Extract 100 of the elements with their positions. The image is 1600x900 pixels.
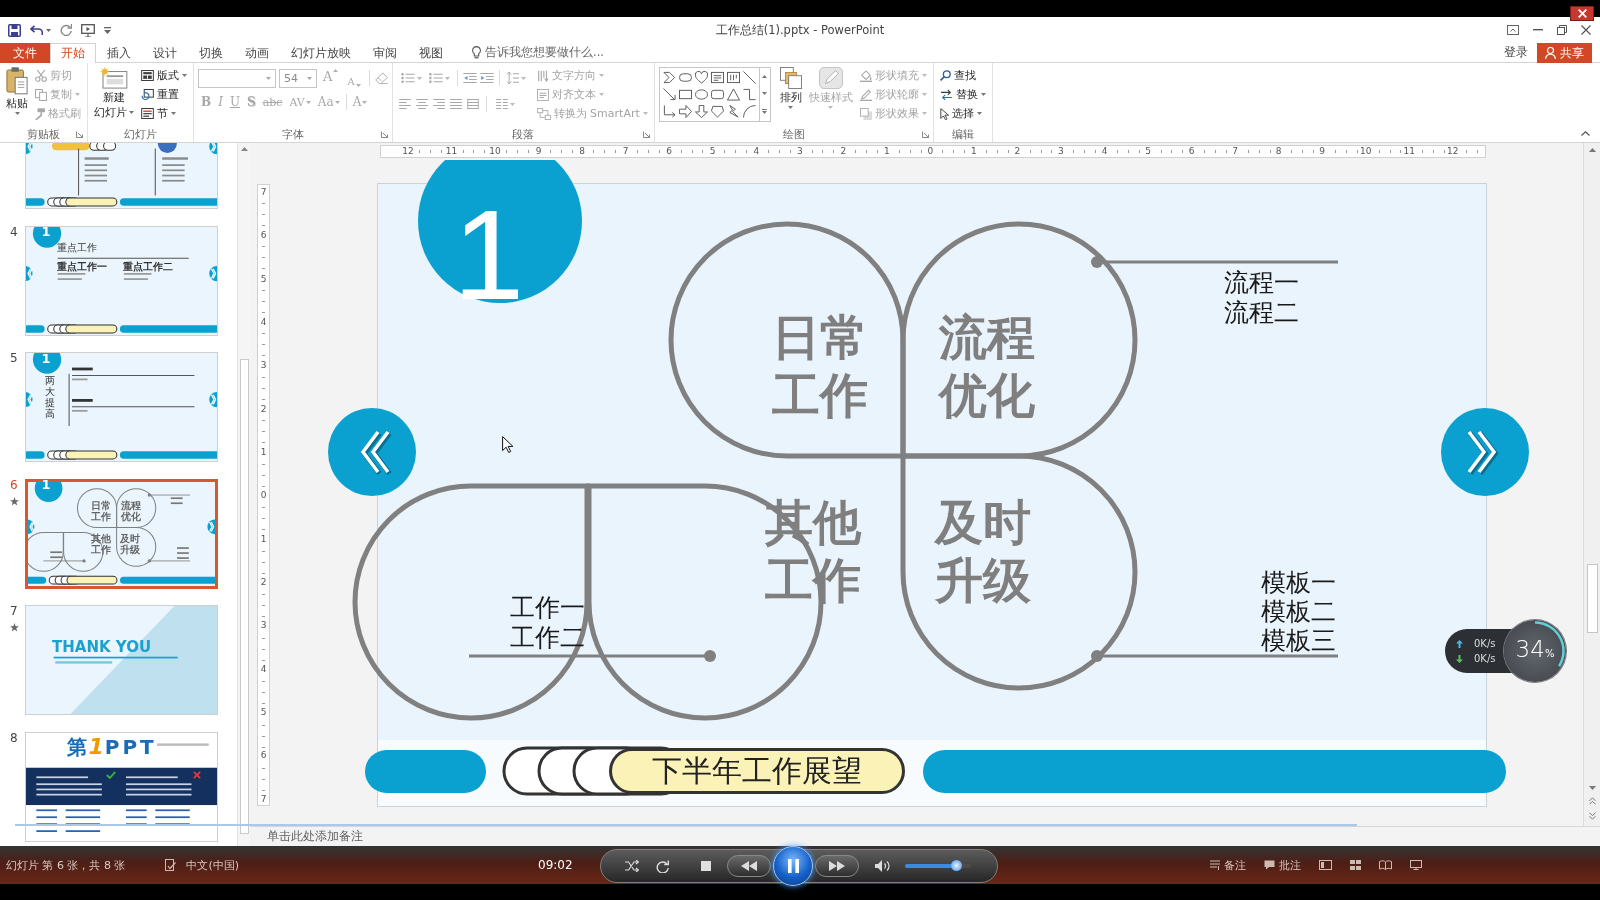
- collapse-ribbon-icon[interactable]: [1581, 131, 1590, 136]
- right-arrow-icon[interactable]: [678, 105, 692, 118]
- scroll-up-icon[interactable]: [240, 147, 248, 151]
- thumbnail-heading: 重点工作: [56, 242, 97, 253]
- petal-label: 流程优化: [939, 308, 1036, 424]
- replace-button[interactable]: 替换: [937, 85, 988, 104]
- repeat-button[interactable]: [656, 859, 669, 873]
- slideshow-icon[interactable]: [1410, 860, 1422, 870]
- reading-view-icon[interactable]: [1379, 860, 1392, 870]
- dialog-launcher-icon[interactable]: [921, 130, 929, 138]
- ribbon-tab[interactable]: 审阅: [362, 43, 408, 63]
- pause-icon: [787, 859, 799, 873]
- elbow-connector-icon[interactable]: [742, 88, 756, 101]
- find-button[interactable]: 查找: [937, 66, 988, 85]
- select-button[interactable]: 选择: [937, 104, 988, 123]
- scroll-down-icon[interactable]: [1588, 786, 1596, 790]
- fast-forward-button[interactable]: [815, 855, 859, 877]
- footer-title: 下半年工作展望: [609, 748, 905, 794]
- vertical-text-box-icon[interactable]: [726, 71, 740, 84]
- undo-button[interactable]: [30, 25, 51, 35]
- section-button[interactable]: 节: [139, 104, 189, 123]
- caret-icon: [598, 93, 604, 96]
- next-slide-icon[interactable]: [1588, 812, 1596, 820]
- down-arrow-icon[interactable]: [694, 105, 708, 118]
- dialog-launcher-icon[interactable]: [642, 130, 650, 138]
- ribbon-display-icon[interactable]: [1507, 25, 1519, 35]
- reset-button[interactable]: 重置: [139, 85, 189, 104]
- window-title: 工作总结(1).pptx - PowerPoint: [715, 22, 885, 38]
- volume-button[interactable]: [875, 860, 891, 872]
- save-icon[interactable]: [8, 23, 21, 37]
- repeat-icon[interactable]: [60, 24, 72, 36]
- customize-icon[interactable]: [104, 26, 111, 34]
- pentagon-icon[interactable]: [710, 105, 724, 118]
- heart-icon[interactable]: [694, 71, 708, 84]
- minimize-icon[interactable]: [1533, 29, 1543, 31]
- arc-icon[interactable]: [742, 105, 756, 118]
- slideshow-start-icon[interactable]: [81, 23, 95, 37]
- font-name-field[interactable]: [198, 68, 276, 88]
- proofing-icon[interactable]: [165, 859, 177, 871]
- rounded-rectangle-icon[interactable]: [710, 88, 724, 101]
- triangle-icon[interactable]: [726, 88, 740, 101]
- ribbon-tab[interactable]: 切换: [188, 43, 234, 63]
- scroll-up-icon[interactable]: [1588, 148, 1596, 152]
- scrollbar-thumb[interactable]: [239, 359, 249, 834]
- sign-in-link[interactable]: 登录: [1495, 43, 1537, 62]
- text-box-icon[interactable]: [710, 71, 724, 84]
- caret-up-icon[interactable]: [762, 75, 768, 78]
- caret-icon: [976, 112, 982, 115]
- caret-icon: [921, 112, 927, 115]
- shuffle-button[interactable]: [625, 860, 639, 872]
- line-icon[interactable]: [742, 71, 756, 84]
- share-button[interactable]: 共享: [1537, 43, 1592, 63]
- font-size-field[interactable]: 54: [279, 68, 317, 88]
- ruler-number: 5: [258, 272, 269, 285]
- caret-down-icon[interactable]: [762, 92, 768, 95]
- dialog-launcher-icon[interactable]: [76, 130, 83, 138]
- rounded-rectangle-icon[interactable]: [678, 71, 692, 84]
- more-icon[interactable]: [762, 109, 768, 114]
- comments-button[interactable]: 批注: [1264, 857, 1301, 873]
- file-tab[interactable]: 文件: [0, 43, 50, 63]
- previous-slide-icon[interactable]: [1588, 797, 1596, 805]
- ribbon-tab[interactable]: 视图: [408, 43, 454, 63]
- rectangle-icon[interactable]: [678, 88, 692, 101]
- layout-button[interactable]: 版式: [139, 66, 189, 85]
- volume-thumb[interactable]: [950, 860, 962, 871]
- pause-button[interactable]: [773, 846, 813, 886]
- lightning-icon[interactable]: [726, 105, 740, 118]
- rewind-button[interactable]: [727, 855, 771, 877]
- group-label: 剪贴板: [27, 126, 60, 142]
- caret-icon: [182, 74, 187, 77]
- clipboard-icon: [6, 67, 28, 95]
- new-slide-button[interactable]: 新建 幻灯片: [92, 66, 136, 120]
- elbow-arrow-icon[interactable]: [662, 105, 676, 118]
- oval-icon[interactable]: [694, 88, 708, 101]
- ribbon-tab[interactable]: 幻灯片放映: [280, 43, 362, 63]
- thumbnail-number: 4: [10, 225, 19, 239]
- close-icon[interactable]: [1581, 25, 1591, 35]
- dialog-launcher-icon[interactable]: [380, 130, 388, 138]
- search-icon: [939, 70, 951, 81]
- slide-number: 1: [41, 478, 51, 494]
- chevron-icon[interactable]: [662, 71, 676, 84]
- ribbon-tab[interactable]: 插入: [96, 43, 142, 63]
- arrow-line-icon[interactable]: [662, 88, 676, 101]
- thumbnail-text: THANK YOU: [52, 639, 152, 657]
- normal-view-icon[interactable]: [1319, 860, 1332, 870]
- ribbon-tab[interactable]: 开始: [50, 43, 96, 63]
- notes-button[interactable]: 备注: [1210, 857, 1246, 873]
- ribbon-tab[interactable]: 设计: [142, 43, 188, 63]
- restore-icon[interactable]: [1557, 25, 1567, 35]
- close-button[interactable]: [1570, 6, 1594, 21]
- paste-button[interactable]: 粘贴: [4, 66, 30, 116]
- ribbon-tab[interactable]: 动画: [234, 43, 280, 63]
- scrollbar-thumb[interactable]: [1586, 564, 1598, 633]
- replace-icon: [939, 89, 953, 100]
- tell-me-field[interactable]: 告诉我您想要做什么...: [468, 43, 608, 62]
- arrange-button[interactable]: 排列: [777, 66, 804, 110]
- shapes-gallery[interactable]: [658, 67, 771, 122]
- caret-icon: [828, 106, 834, 109]
- usage-value: 34: [1515, 636, 1545, 662]
- slide-sorter-icon[interactable]: [1350, 860, 1361, 870]
